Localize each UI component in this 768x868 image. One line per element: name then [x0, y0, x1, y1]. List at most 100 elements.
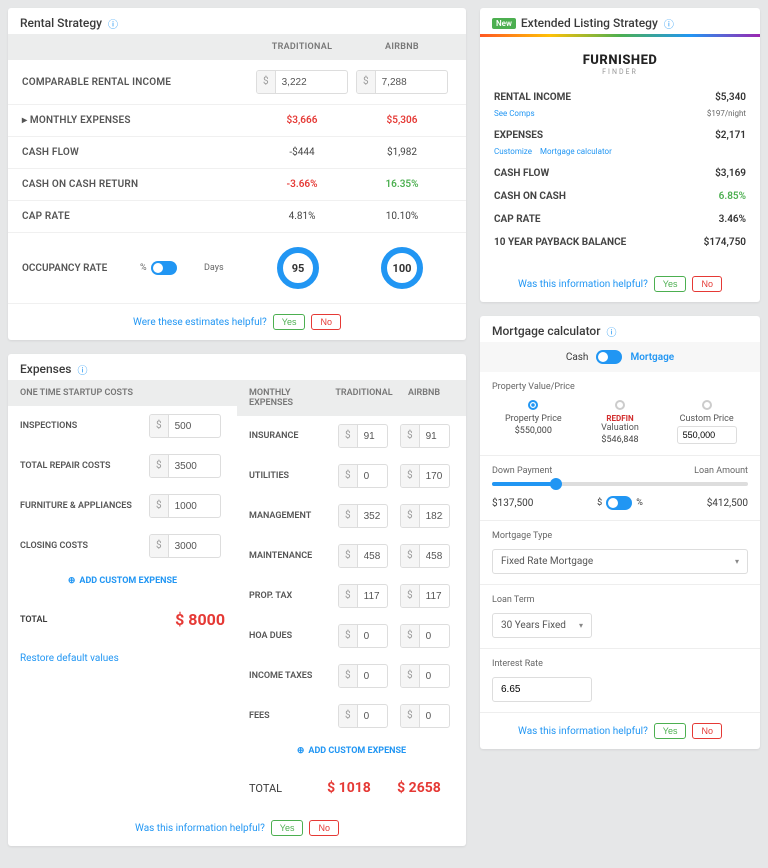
pct-label: %	[140, 263, 147, 273]
cap-trad: 4.81%	[252, 211, 352, 222]
tab-mortgage[interactable]: Mortgage	[630, 352, 674, 363]
custom-price-input[interactable]	[677, 426, 737, 444]
startup-label: CLOSING COSTS	[20, 541, 145, 551]
monthly-expenses-label[interactable]: ▸ MONTHLY EXPENSES	[22, 115, 252, 126]
feedback-q: Was this information helpful?	[135, 823, 265, 834]
mortgage-calc-link[interactable]: Mortgage calculator	[540, 147, 612, 156]
monthly-trad-input[interactable]: $	[338, 664, 388, 688]
startup-column: ONE TIME STARTUP COSTS INSPECTIONS $ TOT…	[8, 380, 237, 810]
startup-row: FURNITURE & APPLIANCES $	[8, 486, 237, 526]
monthly-label: MANAGEMENT	[249, 511, 330, 521]
rate-label: Interest Rate	[492, 659, 748, 669]
down-payment-slider[interactable]	[492, 482, 748, 486]
expenses-title: Expenses	[20, 362, 71, 376]
ext-cap-v: 3.46%	[719, 214, 746, 225]
dp-label: Down Payment	[492, 466, 552, 476]
restore-defaults[interactable]: Restore default values	[8, 643, 237, 674]
nightly-rate: $197/night	[707, 109, 746, 118]
radio-icon[interactable]	[615, 400, 625, 410]
monthly-airb-input[interactable]: $	[400, 584, 450, 608]
rental-strategy-card: Rental Strategy ⓘ TRADITIONAL AIRBNB COM…	[8, 8, 466, 340]
mortgage-type-select[interactable]: Fixed Rate Mortgage▾	[492, 549, 748, 574]
monthly-label: FEES	[249, 711, 330, 721]
monthly-label: UTILITIES	[249, 471, 330, 481]
monthly-trad-input[interactable]: $	[338, 704, 388, 728]
comparable-income-label: COMPARABLE RENTAL INCOME	[22, 77, 252, 88]
monthly-airb-input[interactable]: $	[400, 664, 450, 688]
cap-label: CAP RATE	[22, 211, 252, 222]
mortgage-title: Mortgage calculator	[492, 324, 600, 338]
startup-input[interactable]: $	[149, 454, 221, 478]
info-icon[interactable]: ⓘ	[663, 17, 675, 29]
add-custom-startup[interactable]: ⊕ ADD CUSTOM EXPENSE	[8, 566, 237, 596]
income-trad-input[interactable]: $	[256, 70, 348, 94]
cash-mortgage-toggle[interactable]	[596, 350, 622, 364]
ext-coc-k: CASH ON CASH	[494, 191, 566, 202]
new-badge: New	[492, 18, 516, 29]
no-button[interactable]: No	[692, 276, 722, 292]
add-custom-monthly[interactable]: ⊕ ADD CUSTOM EXPENSE	[237, 736, 466, 766]
yes-button[interactable]: Yes	[654, 276, 687, 292]
monthly-airb-input[interactable]: $	[400, 704, 450, 728]
dp-unit-toggle[interactable]	[606, 496, 632, 510]
ext-income-k: RENTAL INCOME	[494, 92, 571, 103]
occ-trad-donut[interactable]: 95	[277, 247, 319, 289]
expenses-card: Expenses ⓘ ONE TIME STARTUP COSTS INSPEC…	[8, 354, 466, 846]
col-airbnb: AIRBNB	[352, 42, 452, 52]
radio-icon[interactable]	[528, 400, 538, 410]
monthly-trad-input[interactable]: $	[338, 464, 388, 488]
monthly-trad-input[interactable]: $	[338, 424, 388, 448]
startup-label: TOTAL REPAIR COSTS	[20, 461, 145, 471]
monthly-label: HOA DUES	[249, 631, 330, 641]
monthly-row: PROP. TAX $ $	[237, 576, 466, 616]
interest-rate-input[interactable]	[492, 677, 592, 702]
startup-input[interactable]: $	[149, 494, 221, 518]
price-opt-property[interactable]: Property Price $550,000	[492, 400, 575, 445]
info-icon[interactable]: ⓘ	[605, 325, 617, 337]
customize-link[interactable]: Customize	[494, 147, 532, 156]
ext-payback-v: $174,750	[704, 237, 746, 248]
yes-button[interactable]: Yes	[271, 820, 304, 836]
startup-input[interactable]: $	[149, 414, 221, 438]
cashflow-airb: $1,982	[352, 147, 452, 158]
startup-head: ONE TIME STARTUP COSTS	[8, 380, 237, 406]
occupancy-unit-toggle[interactable]	[151, 261, 177, 275]
no-button[interactable]: No	[692, 723, 722, 739]
extended-listing-card: New Extended Listing Strategy ⓘ FURNISHE…	[480, 8, 760, 302]
feedback-q: Was this information helpful?	[518, 726, 648, 737]
radio-icon[interactable]	[702, 400, 712, 410]
monthly-airb-input[interactable]: $	[400, 424, 450, 448]
occ-airb-donut[interactable]: 100	[381, 247, 423, 289]
price-opt-custom[interactable]: Custom Price	[665, 400, 748, 445]
monthly-airb-input[interactable]: $	[400, 544, 450, 568]
no-button[interactable]: No	[309, 820, 339, 836]
monthly-trad-input[interactable]: $	[338, 544, 388, 568]
ext-exp-k: EXPENSES	[494, 130, 543, 141]
see-comps-link[interactable]: See Comps	[494, 109, 535, 118]
monthly-row: INSURANCE $ $	[237, 416, 466, 456]
info-icon[interactable]: ⓘ	[107, 17, 119, 29]
plus-icon: ⊕	[297, 746, 305, 756]
monthly-airb-input[interactable]: $	[400, 624, 450, 648]
income-airb-input[interactable]: $	[356, 70, 448, 94]
monthly-trad-input[interactable]: $	[338, 504, 388, 528]
total-airb: $ 2658	[384, 780, 454, 796]
info-icon[interactable]: ⓘ	[76, 363, 88, 375]
no-button[interactable]: No	[311, 314, 341, 330]
monthly-trad-input[interactable]: $	[338, 584, 388, 608]
monthly-airb-input[interactable]: $	[400, 464, 450, 488]
monthly-head: MONTHLY EXPENSES TRADITIONAL AIRBNB	[237, 380, 466, 416]
ext-coc-v: 6.85%	[719, 191, 746, 202]
price-opt-redfin[interactable]: REDFIN Valuation $546,848	[579, 400, 662, 445]
startup-input[interactable]: $	[149, 534, 221, 558]
yes-button[interactable]: Yes	[273, 314, 306, 330]
cashflow-trad: -$444	[252, 147, 352, 158]
monthly-airb: $5,306	[352, 115, 452, 126]
type-label: Mortgage Type	[492, 531, 748, 541]
monthly-row: MANAGEMENT $ $	[237, 496, 466, 536]
tab-cash[interactable]: Cash	[566, 352, 589, 363]
monthly-trad-input[interactable]: $	[338, 624, 388, 648]
yes-button[interactable]: Yes	[654, 723, 687, 739]
startup-label: FURNITURE & APPLIANCES	[20, 501, 145, 511]
monthly-airb-input[interactable]: $	[400, 504, 450, 528]
